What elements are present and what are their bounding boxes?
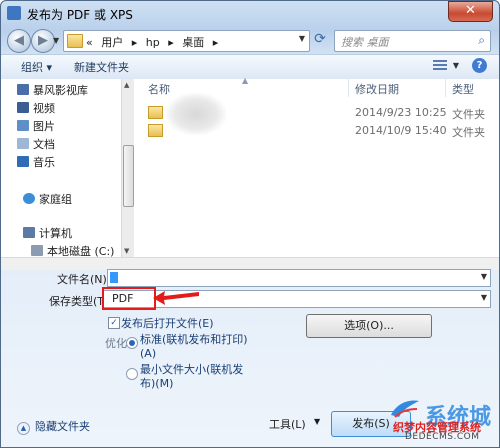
options-button[interactable]: 选项(O)... [306,314,432,338]
column-header-date[interactable]: 修改日期 [355,81,399,97]
sidebar-item-label: 家庭组 [39,193,72,206]
collapse-up-icon: ▲ [17,422,30,435]
folder-icon [67,34,83,48]
hide-folders-toggle[interactable]: ▲ 隐藏文件夹 [17,418,90,435]
save-dialog: 发布为 PDF 或 XPS ✕ ◀ ▶ ▼ « 用户 ▸ hp ▸ 桌面 ▸ ▼… [0,0,500,448]
radio-minimum-label[interactable]: 最小文件大小(联机发 布)(M) [140,363,243,391]
video-icon [17,102,29,113]
column-separator[interactable] [445,79,446,97]
search-placeholder: 搜索 桌面 [341,36,389,49]
scroll-up-icon[interactable]: ▲ [124,81,129,89]
picture-icon [17,120,29,131]
radio-standard[interactable] [126,337,138,349]
view-dropdown-icon[interactable]: ▼ [453,61,459,70]
computer-icon [23,227,35,238]
open-after-checkbox[interactable]: ✓ [108,317,120,329]
sidebar-item-label: 视频 [33,102,55,115]
sidebar-item-computer[interactable]: 计算机 [23,225,72,241]
breadcrumb-separator[interactable]: ▸ [213,36,219,49]
sidebar-item-label: 文档 [33,138,55,151]
column-separator[interactable] [348,79,349,97]
savetype-dropdown-icon[interactable]: ▼ [481,293,487,302]
radio-standard-label[interactable]: 标准(联机发布和打印) (A) [140,333,248,361]
breadcrumb: « 用户 ▸ hp ▸ 桌面 ▸ [86,34,223,50]
filename-dropdown-icon[interactable]: ▼ [481,272,487,281]
forward-arrow-icon[interactable]: ▶ [31,29,55,53]
row-type: 文件夹 [452,108,485,121]
sidebar-item-homegroup[interactable]: 家庭组 [23,191,72,207]
breadcrumb-users[interactable]: 用户 [101,36,123,49]
sort-ascending-icon: ▲ [242,76,249,85]
sidebar-item-documents[interactable]: 文档 [17,136,55,152]
row-date: 2014/9/23 10:25 [355,106,447,119]
scroll-down-icon[interactable]: ▼ [124,247,129,255]
homegroup-icon [23,193,35,204]
help-icon[interactable]: ? [472,58,487,73]
filename-label: 文件名(N): [57,273,111,286]
navigation-bar: ◀ ▶ ▼ « 用户 ▸ hp ▸ 桌面 ▸ ▼ ⟳ 搜索 桌面 ⌕ [1,28,499,54]
new-folder-button[interactable]: 新建文件夹 [74,59,129,75]
title-bar: 发布为 PDF 或 XPS ✕ [1,1,499,27]
navigation-pane: 暴风影视库 视频 图片 文档 音乐 家庭组 计算机 本地磁盘 (C:) [1,79,122,258]
folder-icon [148,124,163,137]
sidebar-item-label: 图片 [33,120,55,133]
open-after-label[interactable]: 发布后打开文件(E) [121,315,214,331]
watermark-icon [391,400,419,418]
search-icon[interactable]: ⌕ [478,33,485,48]
hide-folders-label: 隐藏文件夹 [35,420,90,433]
tools-button[interactable]: 工具(L) [269,416,306,432]
sidebar-item-media-library[interactable]: 暴风影视库 [17,82,88,98]
breadcrumb-hp[interactable]: hp [146,36,160,49]
filename-selection [110,272,118,283]
breadcrumb-separator[interactable]: ▸ [132,36,138,49]
address-dropdown-icon[interactable]: ▼ [299,34,305,43]
tools-dropdown-icon[interactable]: ▼ [314,417,320,426]
media-library-icon [17,84,29,95]
sidebar-item-pictures[interactable]: 图片 [17,118,55,134]
watermark-line2: DEDECMS.COM [405,432,480,442]
folder-icon [148,106,163,119]
column-header-type[interactable]: 类型 [452,81,474,97]
scrollbar-thumb[interactable] [123,145,134,207]
red-arrow-icon [153,291,199,305]
highlight-box [102,287,156,310]
organize-button[interactable]: 组织 ▾ [21,59,52,75]
command-toolbar: 组织 ▾ 新建文件夹 ▼ ? [1,54,499,80]
sidebar-item-label: 计算机 [39,227,72,240]
breadcrumb-desktop[interactable]: 桌面 [182,36,204,49]
filename-field[interactable]: ▼ [107,269,491,287]
view-options-icon[interactable] [433,60,447,72]
sidebar-item-label: 音乐 [33,156,55,169]
refresh-icon[interactable]: ⟳ [311,31,329,49]
radio-minimum[interactable] [126,368,138,380]
sidebar-item-label: 暴风影视库 [33,84,88,97]
music-icon [17,156,29,167]
address-bar[interactable]: « 用户 ▸ hp ▸ 桌面 ▸ ▼ [63,30,310,52]
drive-icon [31,245,43,256]
watermark-logo: 系统城 织梦内容管理系统 DEDECMS.COM [385,395,499,447]
navigation-pane-scrollbar[interactable]: ▲ ▼ [121,79,134,257]
window-title: 发布为 PDF 或 XPS [27,8,133,22]
search-input[interactable]: 搜索 桌面 ⌕ [334,30,491,52]
app-icon [7,6,21,20]
row-date: 2014/10/9 15:40 [355,124,447,137]
recent-locations-dropdown-icon[interactable]: ▼ [53,36,59,45]
breadcrumb-overflow[interactable]: « [86,36,93,49]
sidebar-item-videos[interactable]: 视频 [17,100,55,116]
document-icon [17,138,29,149]
blurred-filenames [166,93,226,135]
sidebar-item-music[interactable]: 音乐 [17,154,55,170]
back-arrow-icon[interactable]: ◀ [7,29,31,53]
row-type: 文件夹 [452,126,485,139]
close-button[interactable]: ✕ [448,1,493,22]
breadcrumb-separator[interactable]: ▸ [168,36,174,49]
